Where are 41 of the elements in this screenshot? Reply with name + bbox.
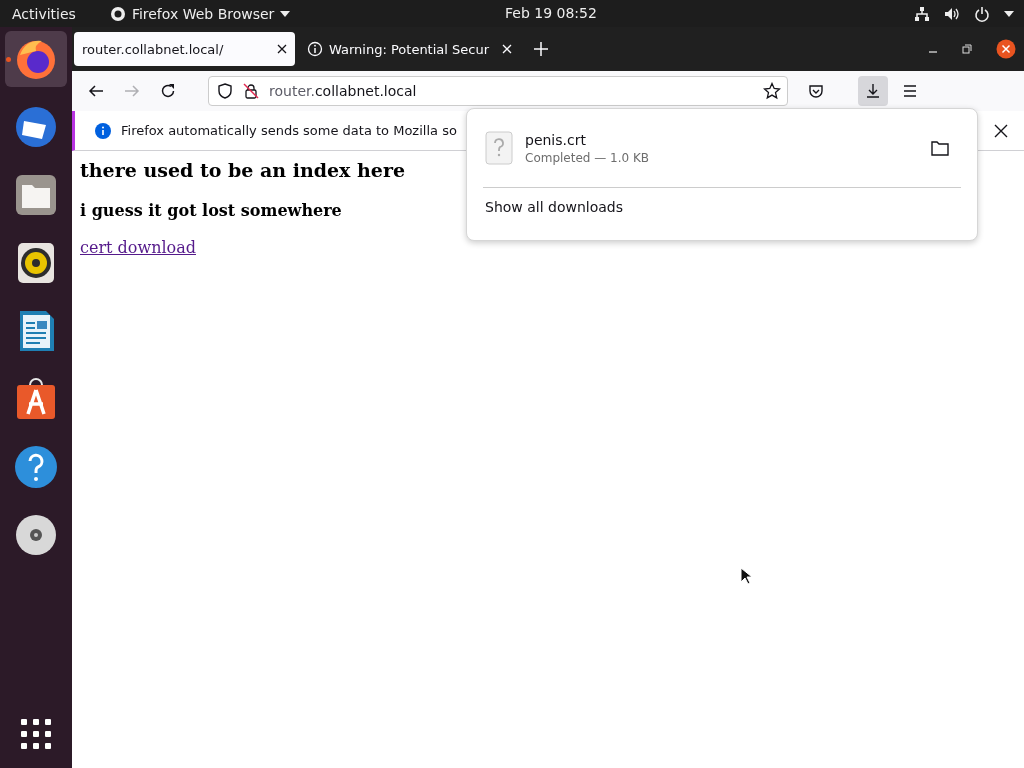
network-icon[interactable] [914, 5, 930, 22]
close-icon[interactable] [994, 123, 1008, 138]
page-heading: there used to be an index here [80, 159, 406, 181]
file-name: penis.crt [525, 131, 587, 148]
download-status: Completed — 1.0 KB [525, 150, 651, 165]
download-link[interactable]: cert download [80, 238, 196, 257]
broken-lock-icon [243, 83, 259, 99]
power-icon[interactable] [974, 5, 990, 22]
url-text: router.collabnet.local [269, 83, 418, 99]
mouse-pointer-icon [740, 567, 752, 585]
notification-text: Firefox automatically sends some data to Mozilla so [121, 123, 457, 138]
activities-button[interactable]: Activities [12, 5, 76, 22]
browser-tab[interactable]: router.collabnet.local/ [74, 32, 295, 66]
page-subheading: i guess it got lost somewhere [80, 201, 342, 220]
info-icon [95, 122, 111, 139]
close-icon[interactable] [277, 44, 287, 54]
clock[interactable]: Feb 19 08:52 [505, 5, 597, 21]
shield-icon [217, 83, 233, 99]
unknown-file-icon [485, 131, 513, 165]
app-menu[interactable]: Firefox Web Browser [109, 5, 291, 22]
app-grid-icon[interactable] [20, 718, 52, 750]
running-indicator [6, 57, 11, 62]
pocket-icon[interactable] [808, 83, 824, 99]
downloads-button[interactable] [858, 76, 888, 106]
download-icon [865, 83, 881, 99]
menu-icon[interactable] [902, 83, 918, 99]
star-icon[interactable] [763, 82, 781, 100]
back-icon[interactable] [88, 83, 104, 99]
folder-icon[interactable] [931, 140, 949, 156]
reload-icon[interactable] [160, 83, 176, 99]
restore-icon[interactable] [962, 44, 972, 54]
caret-icon [1004, 10, 1014, 17]
browser-tab[interactable]: Warning: Potential Secur [299, 32, 520, 66]
help-icon[interactable] [12, 443, 60, 491]
download-item[interactable]: penis.crt Completed — 1.0 KB [483, 117, 961, 179]
caret-icon [280, 10, 291, 17]
info-icon [307, 41, 323, 57]
new-tab-icon[interactable] [534, 42, 548, 56]
address-bar[interactable]: router.collabnet.local [208, 76, 788, 106]
close-icon[interactable] [996, 39, 1016, 59]
show-all-downloads-button[interactable]: Show all downloads [483, 188, 626, 226]
